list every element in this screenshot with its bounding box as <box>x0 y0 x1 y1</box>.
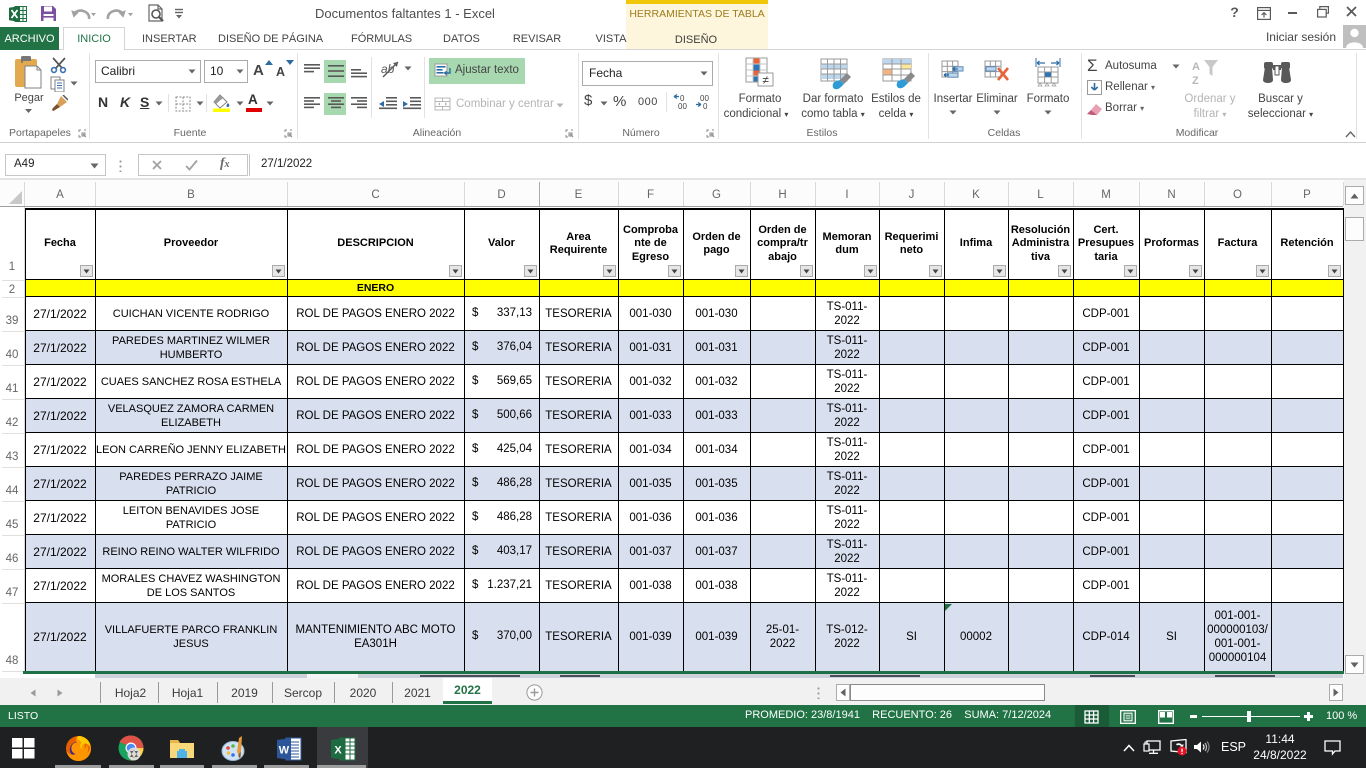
svg-text:X: X <box>334 745 342 757</box>
svg-text:A: A <box>1192 61 1200 73</box>
svg-text:Z: Z <box>1192 75 1199 87</box>
svg-text:00: 00 <box>678 102 687 111</box>
svg-text:ab: ab <box>381 62 395 76</box>
svg-text:≠: ≠ <box>762 73 769 87</box>
svg-text:W: W <box>279 745 290 757</box>
